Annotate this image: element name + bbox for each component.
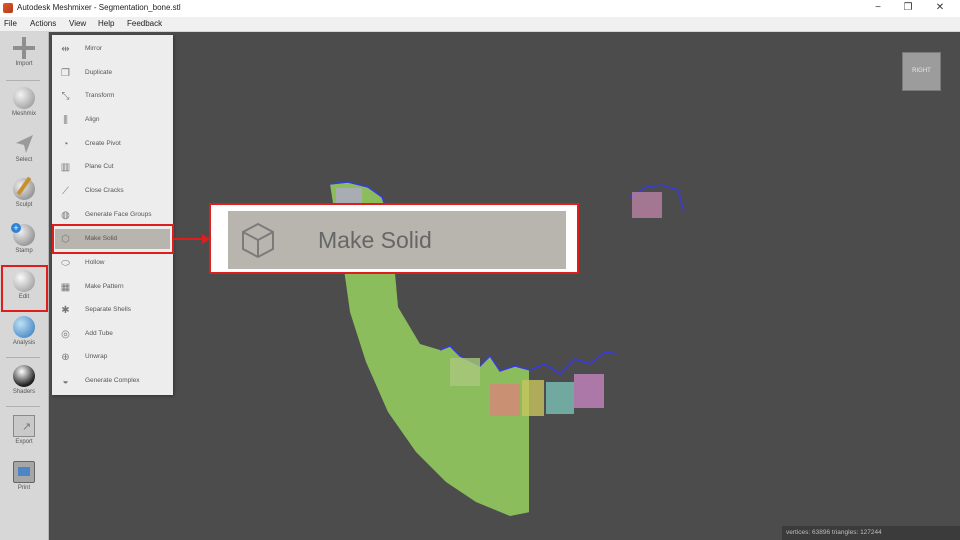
- edit-label: Edit: [18, 294, 30, 300]
- pattern-icon: ▦: [60, 282, 71, 293]
- toolbar-divider: [6, 80, 40, 81]
- menu-item-create-pivot[interactable]: ◔ Create Pivot: [55, 134, 170, 154]
- print-label: Print: [17, 485, 31, 491]
- menu-item-add-tube[interactable]: ◎ Add Tube: [55, 324, 170, 344]
- tube-icon: ◎: [61, 329, 70, 340]
- menu-file[interactable]: File: [4, 19, 17, 28]
- restore-button[interactable]: ❐: [894, 0, 922, 17]
- print-button[interactable]: Print: [2, 458, 46, 502]
- menu-feedback[interactable]: Feedback: [127, 19, 162, 28]
- shaders-label: Shaders: [12, 389, 36, 395]
- jaw-bone-model[interactable]: [48, 32, 960, 540]
- menu-item-hollow[interactable]: ⬭ Hollow: [55, 253, 170, 273]
- shader-sphere-icon: [13, 365, 35, 387]
- menu-item-unwrap[interactable]: ⊕ Unwrap: [55, 347, 170, 367]
- menu-item-make-pattern[interactable]: ▦ Make Pattern: [55, 277, 170, 297]
- menu-item-mirror[interactable]: ⇹ Mirror: [55, 39, 170, 59]
- menu-item-generate-face-groups[interactable]: ◍ Generate Face Groups: [55, 205, 170, 225]
- minimize-button[interactable]: −: [864, 0, 892, 17]
- plus-icon: [13, 37, 35, 59]
- edit-button[interactable]: Edit: [2, 267, 46, 311]
- stamp-icon: +: [11, 223, 35, 246]
- status-bar: vertices: 63896 triangles: 127244: [782, 526, 960, 540]
- menu-item-align[interactable]: ⫼ Align: [55, 110, 170, 130]
- hollow-icon: ⬭: [61, 258, 70, 269]
- callout-button: Make Solid: [228, 211, 566, 269]
- unwrap-icon: ⊕: [61, 352, 70, 363]
- meshmix-label: Meshmix: [11, 111, 36, 117]
- menu-item-generate-complex[interactable]: ◒ Generate Complex: [55, 371, 170, 391]
- select-label: Select: [15, 157, 33, 163]
- meshmixer-logo-icon: [3, 3, 13, 13]
- shaders-button[interactable]: Shaders: [2, 362, 46, 406]
- view-cube[interactable]: RIGHT: [902, 52, 941, 91]
- select-button[interactable]: Select: [2, 130, 46, 174]
- menu-actions[interactable]: Actions: [30, 19, 56, 28]
- complex-icon: ◒: [62, 376, 69, 387]
- meshmix-button[interactable]: Meshmix: [2, 84, 46, 128]
- sculpt-button[interactable]: Sculpt: [2, 175, 46, 219]
- toolbar-divider: [6, 406, 40, 407]
- export-icon: ↗: [13, 415, 35, 437]
- cube-icon: [242, 222, 274, 259]
- analysis-button[interactable]: Analysis: [2, 313, 46, 357]
- pivot-icon: ◔: [62, 139, 69, 150]
- menu-item-transform[interactable]: ⤡ Transform: [55, 86, 170, 106]
- title-bar: Autodesk Meshmixer - Segmentation_bone.s…: [0, 0, 960, 18]
- close-button[interactable]: ✕: [926, 0, 954, 17]
- sculpt-label: Sculpt: [15, 202, 33, 208]
- menu-view[interactable]: View: [69, 19, 86, 28]
- analysis-label: Analysis: [12, 340, 36, 346]
- edit-submenu: ⇹ Mirror ❐ Duplicate ⤡ Transform ⫼ Align ◔ Cr…: [52, 35, 173, 395]
- menu-item-plane-cut[interactable]: ▥ Plane Cut: [55, 157, 170, 177]
- mesh-stats: vertices: 63896 triangles: 127244: [786, 529, 882, 536]
- plane-cut-icon: ▥: [60, 162, 71, 173]
- export-button[interactable]: ↗ Export: [2, 412, 46, 456]
- callout-arrow: [174, 234, 210, 244]
- 3d-viewport[interactable]: [48, 32, 960, 540]
- close-cracks-icon: ⟋: [62, 186, 69, 197]
- duplicate-icon: ❐: [61, 68, 70, 79]
- stamp-label: Stamp: [15, 248, 33, 254]
- export-label: Export: [15, 439, 33, 445]
- brush-icon: [13, 176, 35, 200]
- menu-item-close-cracks[interactable]: ⟋ Close Cracks: [55, 181, 170, 201]
- face-groups-icon: ◍: [61, 210, 70, 221]
- window-title: Autodesk Meshmixer - Segmentation_bone.s…: [17, 3, 181, 12]
- menu-bar: File Actions View Help Feedback: [0, 17, 960, 32]
- globe-icon: [13, 316, 35, 338]
- arrow-cursor-icon: [13, 133, 35, 155]
- make-solid-callout: Make Solid: [209, 203, 579, 274]
- menu-help[interactable]: Help: [98, 19, 114, 28]
- make-solid-highlight: [52, 224, 174, 254]
- import-button[interactable]: Import: [2, 34, 46, 78]
- menu-item-duplicate[interactable]: ❐ Duplicate: [55, 63, 170, 83]
- import-label: Import: [15, 61, 33, 67]
- print-icon: [13, 461, 35, 483]
- edit-sphere-icon: [13, 270, 35, 292]
- sphere-icon: [13, 87, 35, 109]
- transform-icon: ⤡: [61, 91, 70, 102]
- align-icon: ⫼: [63, 115, 68, 126]
- mirror-icon: ⇹: [61, 44, 70, 55]
- toolbar-divider: [6, 357, 40, 358]
- menu-item-separate-shells[interactable]: ✱ Separate Shells: [55, 300, 170, 320]
- callout-label: Make Solid: [318, 227, 432, 253]
- left-toolbar: Import Meshmix Select Sculpt + Stamp Edi…: [0, 32, 49, 540]
- stamp-button[interactable]: + Stamp: [2, 221, 46, 265]
- shells-icon: ✱: [61, 305, 70, 316]
